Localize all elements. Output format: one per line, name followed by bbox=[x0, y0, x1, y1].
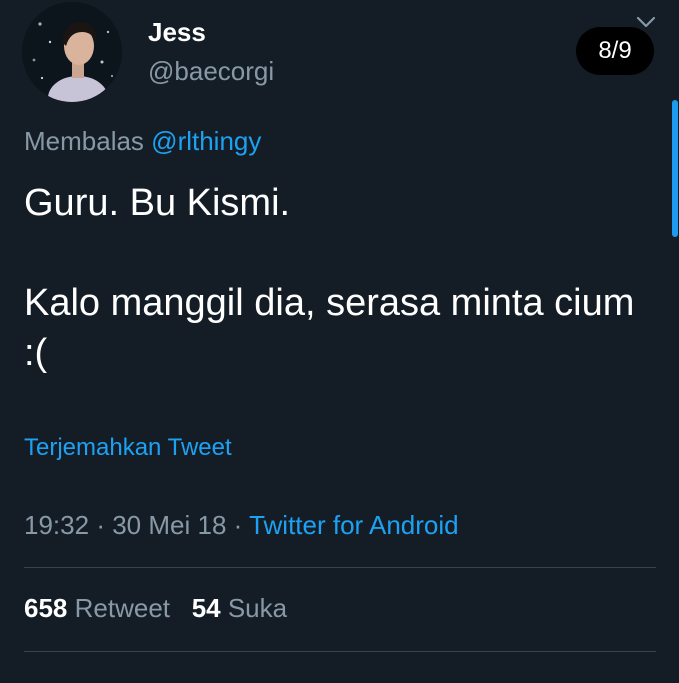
meta-separator: · bbox=[96, 510, 105, 540]
reply-prefix: Membalas bbox=[24, 126, 144, 156]
reply-mention-link[interactable]: @rlthingy bbox=[151, 126, 261, 156]
retweet-label: Retweet bbox=[74, 593, 171, 623]
tweet-date: 30 Mei 18 bbox=[112, 510, 227, 540]
tweet-line-2: Kalo manggil dia, serasa minta cium :( bbox=[24, 282, 635, 374]
tweet-metadata: 19:32 · 30 Mei 18 · Twitter for Android bbox=[24, 510, 459, 541]
retweet-count: 658 bbox=[24, 593, 68, 623]
avatar-photo bbox=[22, 2, 122, 102]
scrollbar[interactable] bbox=[672, 100, 678, 237]
tweet-time: 19:32 bbox=[24, 510, 90, 540]
like-count: 54 bbox=[191, 593, 221, 623]
divider bbox=[24, 651, 656, 652]
tweet-source-link[interactable]: Twitter for Android bbox=[249, 510, 459, 540]
translate-tweet-link[interactable]: Terjemahkan Tweet bbox=[24, 434, 232, 462]
tweet-line-1: Guru. Bu Kismi. bbox=[24, 182, 291, 224]
author-handle[interactable]: @baecorgi bbox=[148, 56, 274, 87]
tweet-text: Guru. Bu Kismi. Kalo manggil dia, serasa… bbox=[24, 178, 644, 378]
page-counter-badge: 8/9 bbox=[576, 27, 654, 75]
divider bbox=[24, 567, 656, 568]
tweet-stats: 658 Retweet 54 Suka bbox=[24, 593, 287, 624]
avatar[interactable] bbox=[22, 2, 122, 102]
like-stat[interactable]: 54 Suka bbox=[192, 593, 287, 623]
like-label: Suka bbox=[227, 593, 288, 623]
meta-separator: · bbox=[233, 510, 243, 540]
retweet-stat[interactable]: 658 Retweet bbox=[24, 593, 170, 623]
reply-context: Membalas @rlthingy bbox=[24, 126, 261, 157]
author-display-name[interactable]: Jess bbox=[148, 17, 206, 48]
tweet-detail-screen: Jess @baecorgi 8/9 Membalas @rlthingy Gu… bbox=[0, 0, 679, 683]
